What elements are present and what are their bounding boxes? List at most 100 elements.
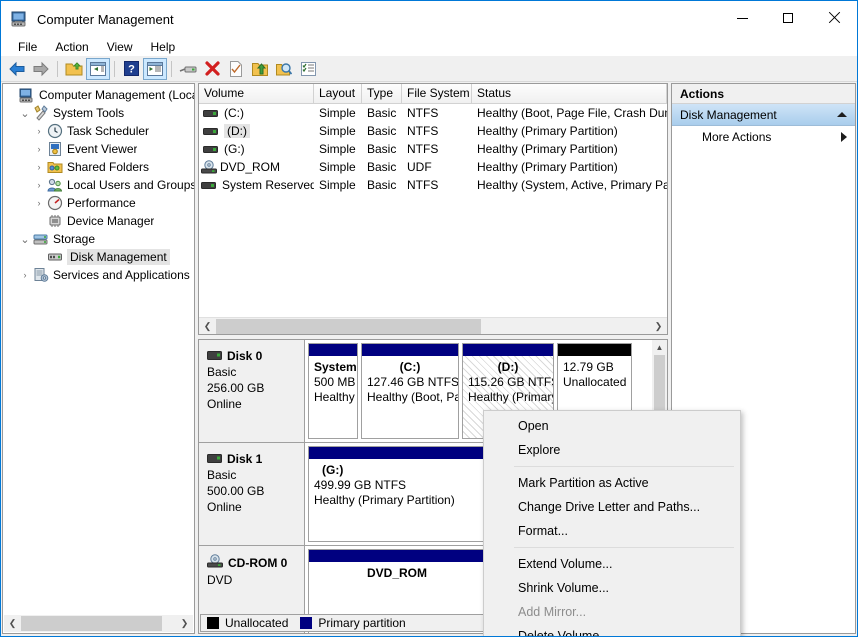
context-menu-item-shrink-volume[interactable]: Shrink Volume... xyxy=(484,576,740,600)
tree-twisty[interactable]: › xyxy=(31,198,47,208)
tree-twisty[interactable]: › xyxy=(31,126,47,136)
console-tree: Computer Management (Local ⌄ System Tool… xyxy=(3,86,194,284)
disk-size: 500.00 GB xyxy=(207,484,265,498)
scroll-left-icon[interactable]: ❮ xyxy=(4,615,21,632)
menu-help[interactable]: Help xyxy=(142,38,185,56)
context-menu-item-mark-partition-as-active[interactable]: Mark Partition as Active xyxy=(484,471,740,495)
forward-icon[interactable] xyxy=(29,58,53,80)
export-list-icon[interactable] xyxy=(248,58,272,80)
volume-layout: Simple xyxy=(319,178,356,192)
detail-view-icon[interactable] xyxy=(296,58,320,80)
column-header-type[interactable]: Type xyxy=(362,84,402,103)
rescan-disks-icon[interactable] xyxy=(176,58,200,80)
tree-twisty[interactable]: › xyxy=(31,144,47,154)
tree-item-services-and-applications[interactable]: › Services and Applications xyxy=(3,266,194,284)
volume-file-system: UDF xyxy=(407,160,432,174)
table-row[interactable]: System Reserved Simple Basic NTFS Health… xyxy=(199,176,667,194)
column-header-layout[interactable]: Layout xyxy=(314,84,362,103)
performance-icon xyxy=(47,195,63,211)
actions-group-disk-management[interactable]: Disk Management xyxy=(672,104,855,126)
tree-twisty[interactable]: › xyxy=(31,180,47,190)
delete-icon[interactable] xyxy=(200,58,224,80)
menu-file[interactable]: File xyxy=(9,38,46,56)
tree-twisty[interactable]: ⌄ xyxy=(17,107,33,120)
tree-twisty[interactable]: › xyxy=(31,162,47,172)
partition-c[interactable]: (C:) 127.46 GB NTFS Healthy (Boot, Page … xyxy=(361,343,459,439)
tree-item-label: Computer Management (Local xyxy=(39,88,194,102)
actions-pane-title: Actions xyxy=(672,84,855,104)
tree-item-performance[interactable]: › Performance xyxy=(3,194,194,212)
search-icon[interactable] xyxy=(272,58,296,80)
disk-label: Disk 1 xyxy=(227,452,263,466)
properties-icon[interactable] xyxy=(224,58,248,80)
disk-icon xyxy=(207,348,222,364)
system-tools-icon xyxy=(33,105,49,121)
context-menu-item-open[interactable]: Open xyxy=(484,414,740,438)
chevron-up-icon[interactable] xyxy=(837,112,847,117)
title-bar: Computer Management xyxy=(1,1,857,37)
tree-item-label: Performance xyxy=(67,196,136,210)
context-menu-item-extend-volume[interactable]: Extend Volume... xyxy=(484,552,740,576)
show-hide-console-tree-icon[interactable] xyxy=(86,57,110,80)
column-header-file-system[interactable]: File System xyxy=(402,84,472,103)
volume-type: Basic xyxy=(367,106,397,120)
partition-capacity-bar xyxy=(362,344,458,356)
scrollbar-thumb[interactable] xyxy=(654,355,665,413)
menu-action[interactable]: Action xyxy=(46,38,97,56)
scrollbar-thumb[interactable] xyxy=(21,616,162,631)
disk-info[interactable]: Disk 1 Basic 500.00 GB Online xyxy=(199,443,305,545)
close-button[interactable] xyxy=(811,1,857,35)
scroll-up-icon[interactable]: ▲ xyxy=(652,340,667,355)
volume-list-horizontal-scrollbar[interactable]: ❮ ❯ xyxy=(199,317,667,334)
table-row[interactable]: (D:) Simple Basic NTFS Healthy (Primary … xyxy=(199,122,667,140)
help-icon[interactable]: ? xyxy=(119,58,143,80)
scroll-right-icon[interactable]: ❯ xyxy=(650,318,667,335)
scroll-right-icon[interactable]: ❯ xyxy=(176,615,193,632)
up-folder-icon[interactable] xyxy=(62,58,86,80)
partition-icon xyxy=(201,180,216,191)
tree-item-device-manager[interactable]: Device Manager xyxy=(3,212,194,230)
tree-item-system-tools[interactable]: ⌄ System Tools xyxy=(3,104,194,122)
tree-item-task-scheduler[interactable]: › Task Scheduler xyxy=(3,122,194,140)
tree-item-label: Disk Management xyxy=(67,249,170,265)
partition-system-reserved[interactable]: System Reserved 500 MB NTFS Healthy (Sys… xyxy=(308,343,358,439)
tree-horizontal-scrollbar[interactable]: ❮ ❯ xyxy=(4,615,193,632)
disk-name-row: Disk 1 xyxy=(207,451,296,467)
tree-item-computer-management[interactable]: Computer Management (Local xyxy=(3,86,194,104)
table-row[interactable]: (C:) Simple Basic NTFS Healthy (Boot, Pa… xyxy=(199,104,667,122)
actions-item-more-actions[interactable]: More Actions xyxy=(672,126,855,148)
tree-twisty[interactable]: ⌄ xyxy=(17,233,33,246)
scroll-left-icon[interactable]: ❮ xyxy=(199,318,216,335)
tree-item-disk-management[interactable]: Disk Management xyxy=(3,248,194,266)
legend-swatch-unallocated xyxy=(207,617,219,629)
tree-item-event-viewer[interactable]: › Event Viewer xyxy=(3,140,194,158)
actions-group-label: Disk Management xyxy=(680,107,777,122)
minimize-button[interactable] xyxy=(719,1,765,35)
disk-info[interactable]: Disk 0 Basic 256.00 GB Online xyxy=(199,340,305,442)
maximize-button[interactable] xyxy=(765,1,811,35)
tree-item-shared-folders[interactable]: › Shared Folders xyxy=(3,158,194,176)
menu-view[interactable]: View xyxy=(98,38,142,56)
context-menu-item-change-drive-letter-and-paths[interactable]: Change Drive Letter and Paths... xyxy=(484,495,740,519)
table-row[interactable]: (G:) Simple Basic NTFS Healthy (Primary … xyxy=(199,140,667,158)
context-menu-item-add-mirror: Add Mirror... xyxy=(518,605,587,619)
table-row[interactable]: DVD_ROM Simple Basic UDF Healthy (Primar… xyxy=(199,158,667,176)
partition-capacity-bar xyxy=(309,550,485,562)
show-hide-action-pane-icon[interactable] xyxy=(143,57,167,80)
tree-twisty[interactable]: › xyxy=(17,270,33,280)
context-menu-item-delete-volume[interactable]: Delete Volume... xyxy=(484,624,740,636)
legend-label-unallocated: Unallocated xyxy=(225,616,289,630)
column-header-status[interactable]: Status xyxy=(472,84,667,103)
partition-label: System Reserved xyxy=(314,360,357,374)
tree-item-local-users-and-groups[interactable]: › Local Users and Groups xyxy=(3,176,195,194)
tree-item-storage[interactable]: ⌄ Storage xyxy=(3,230,194,248)
disk-name-row: Disk 0 xyxy=(207,348,296,364)
clock-icon xyxy=(47,123,63,139)
column-header-volume[interactable]: Volume xyxy=(199,84,314,103)
back-icon[interactable] xyxy=(5,58,29,80)
tree-item-label: Task Scheduler xyxy=(67,124,150,138)
actions-item-label: More Actions xyxy=(702,130,772,144)
context-menu-item-explore[interactable]: Explore xyxy=(484,438,740,462)
scrollbar-thumb[interactable] xyxy=(216,318,481,334)
context-menu-item-format[interactable]: Format... xyxy=(484,519,740,543)
